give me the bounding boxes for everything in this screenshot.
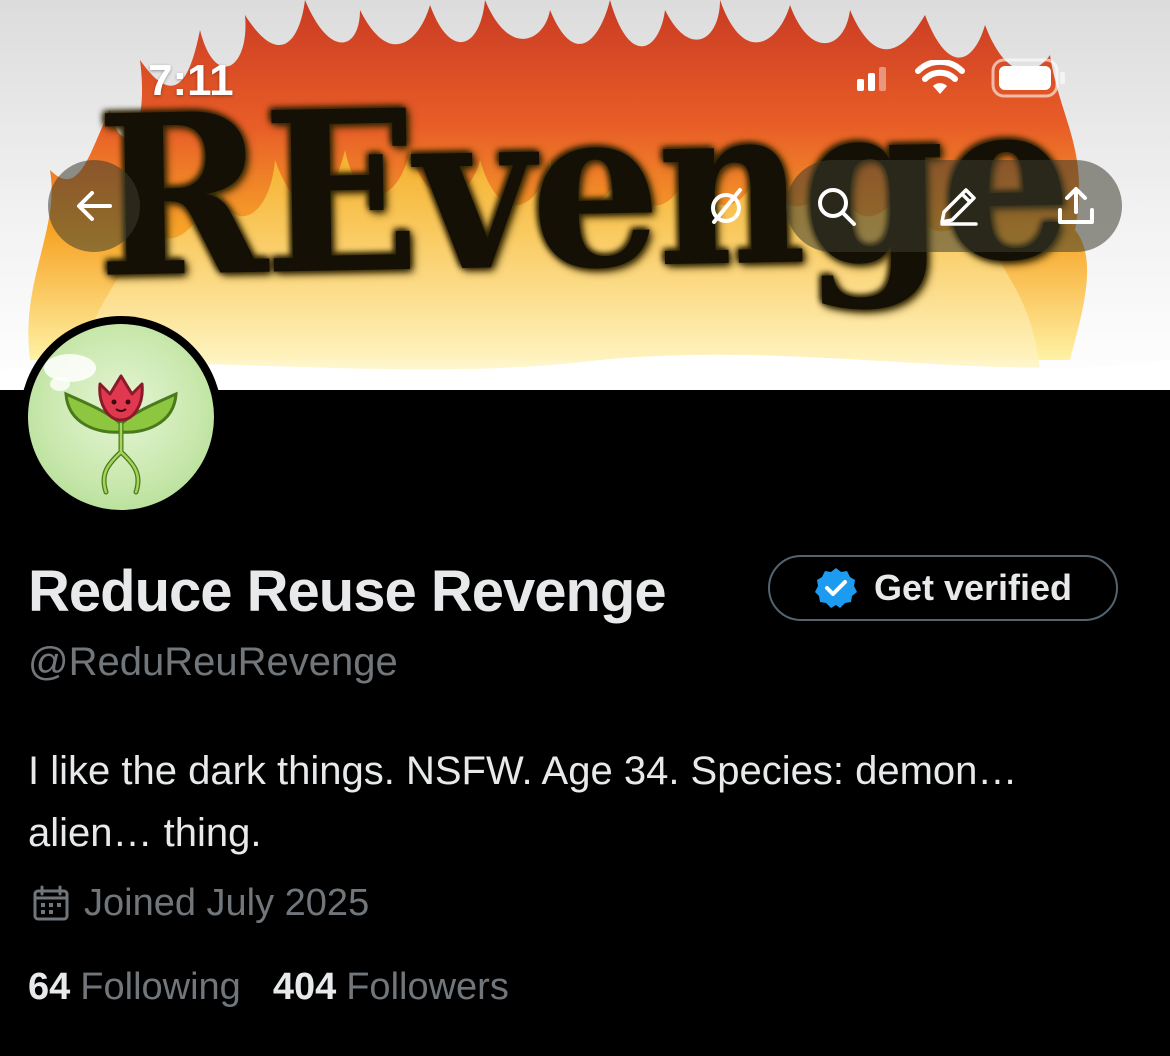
search-icon <box>818 188 856 226</box>
wifi-icon <box>915 60 965 94</box>
slashed-circle-icon <box>711 188 742 224</box>
status-icons <box>855 58 1067 98</box>
pencil-icon <box>940 188 978 226</box>
joined-date-row: Joined July 2025 <box>32 882 369 925</box>
verified-badge-icon <box>814 568 857 608</box>
get-verified-label: Get verified <box>873 567 1073 608</box>
calendar-icon <box>33 885 69 920</box>
following-count: 64 <box>28 966 71 1008</box>
following-label: Following <box>80 966 241 1008</box>
search-button[interactable] <box>790 160 882 252</box>
user-handle: @ReduReuRevenge <box>28 640 398 684</box>
followers-label: Followers <box>346 966 509 1008</box>
follow-stats: 64 Following 404 Followers <box>28 966 509 1009</box>
share-upload-icon <box>1058 187 1094 224</box>
followers-count: 404 <box>272 966 337 1008</box>
joined-date-text: Joined July 2025 <box>84 882 370 924</box>
avatar-image <box>28 324 214 510</box>
display-name: Reduce Reuse Revenge <box>28 559 667 624</box>
get-verified-button[interactable]: Get verified <box>768 555 1118 621</box>
flower-character-illustration <box>44 354 178 495</box>
grok-button[interactable] <box>680 160 772 252</box>
profile-bio: I like the dark things. NSFW. Age 34. Sp… <box>28 749 1018 855</box>
following-link[interactable]: 64 Following <box>28 966 241 1009</box>
followers-link[interactable]: 404 Followers <box>273 966 509 1009</box>
cellular-signal-icon <box>857 67 886 91</box>
battery-icon <box>991 58 1065 98</box>
back-button[interactable] <box>48 160 140 252</box>
arrow-left-icon <box>77 191 112 221</box>
edit-button[interactable] <box>912 160 1004 252</box>
share-button[interactable] <box>1030 160 1122 252</box>
status-time: 7:11 <box>148 56 234 105</box>
profile-avatar[interactable] <box>20 316 222 518</box>
